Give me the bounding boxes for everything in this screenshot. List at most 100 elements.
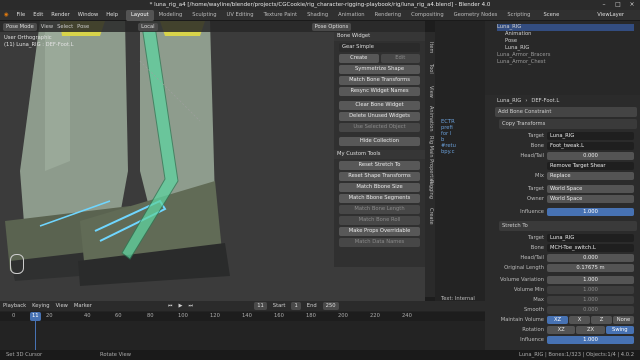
- stretch-to-header[interactable]: Stretch To: [499, 221, 637, 231]
- scene-selector[interactable]: Scene: [539, 10, 563, 21]
- outliner-row-armature[interactable]: Luna_RIG: [497, 45, 634, 52]
- edit-widget-button[interactable]: Edit: [380, 54, 420, 63]
- outliner[interactable]: Luna_RIG Animation Pose Luna_RIG Luna_Ar…: [485, 21, 640, 95]
- c2-target-field[interactable]: Luna_RIG: [547, 233, 634, 242]
- symmetrize-shape-button[interactable]: Symmetrize Shape: [339, 65, 420, 74]
- c1-mix-dropdown[interactable]: Replace: [547, 171, 634, 180]
- tab-sculpting[interactable]: Sculpting: [187, 10, 221, 21]
- rotation-zx-button[interactable]: ZX: [576, 325, 605, 334]
- custom-tools-header[interactable]: My Custom Tools: [334, 150, 425, 159]
- timeline-view-menu[interactable]: View: [56, 303, 68, 309]
- playhead[interactable]: 11: [30, 312, 41, 321]
- tab-scripting[interactable]: Scripting: [502, 10, 535, 21]
- bone-widget-header[interactable]: Bone Widget: [334, 32, 425, 41]
- c1-influence-slider[interactable]: 1.000: [547, 207, 634, 216]
- tab-item[interactable]: Item: [426, 42, 434, 53]
- blender-logo-icon[interactable]: ◉: [0, 10, 13, 21]
- tab-compositing[interactable]: Compositing: [406, 10, 449, 21]
- resync-widget-names-button[interactable]: Resync Widget Names: [339, 87, 420, 96]
- c1-owner-space[interactable]: World Space: [547, 194, 634, 203]
- c1-target-space[interactable]: World Space: [547, 184, 634, 193]
- outliner-row-animation[interactable]: Animation: [497, 31, 634, 38]
- timeline-ruler[interactable]: 0 20 40 60 80 100 120 140 160 180 200 22…: [0, 312, 485, 321]
- tab-shading[interactable]: Shading: [302, 10, 333, 21]
- add-bone-constraint-button[interactable]: Add Bone Constraint: [495, 107, 637, 117]
- create-widget-button[interactable]: Create: [339, 54, 379, 63]
- c2-volmax-field[interactable]: 1.000: [547, 295, 634, 304]
- match-bone-transforms-button[interactable]: Match Bone Transforms: [339, 76, 420, 85]
- text-editor[interactable]: ECTR prefi for l b #retu bpy.c Text: Int…: [435, 21, 485, 302]
- maintain-x-button[interactable]: X: [569, 315, 590, 324]
- match-bone-roll-button[interactable]: Match Bone Roll: [339, 216, 420, 225]
- menu-render[interactable]: Render: [47, 10, 73, 21]
- playback-menu[interactable]: Playback: [3, 303, 26, 309]
- menu-help[interactable]: Help: [102, 10, 122, 21]
- close-button[interactable]: ×: [625, 0, 639, 10]
- delete-unused-widgets-button[interactable]: Delete Unused Widgets: [339, 112, 420, 121]
- minimize-button[interactable]: –: [597, 0, 611, 10]
- c2-bone-field[interactable]: MCH-Toe_switch.L: [547, 243, 634, 252]
- jump-end-icon[interactable]: ⏭: [189, 303, 194, 310]
- c2-volvar-field[interactable]: 1.000: [547, 275, 634, 284]
- tab-rig-main-properties[interactable]: Rig Main Properties: [426, 136, 434, 184]
- mode-selector[interactable]: Pose Mode: [3, 22, 37, 31]
- tab-animation[interactable]: Animation: [333, 10, 369, 21]
- outliner-row-chest[interactable]: Luna_Armor_Chest: [497, 59, 634, 66]
- maintain-z-button[interactable]: Z: [591, 315, 612, 324]
- start-frame-field[interactable]: 1: [291, 302, 301, 310]
- outliner-row-pose[interactable]: Pose: [497, 38, 634, 45]
- properties-editor[interactable]: Luna_RIG › DEF-Foot.L Add Bone Constrain…: [485, 95, 640, 350]
- keying-menu[interactable]: Keying: [32, 303, 49, 309]
- tab-view[interactable]: View: [426, 86, 434, 98]
- menu-window[interactable]: Window: [74, 10, 102, 21]
- c1-target-field[interactable]: Luna_RIG: [547, 131, 634, 140]
- tab-animation-side[interactable]: Animation: [426, 106, 434, 132]
- tab-rigging[interactable]: Rigging: [426, 180, 434, 199]
- c1-headtail-field[interactable]: 0.000: [547, 151, 634, 160]
- match-bbone-segments-button[interactable]: Match Bbone Segments: [339, 194, 420, 203]
- maintain-xz-button[interactable]: XZ: [547, 315, 568, 324]
- hide-collection-button[interactable]: Hide Collection: [339, 137, 420, 146]
- view-layer-selector[interactable]: ViewLayer: [593, 10, 628, 21]
- c2-volmin-field[interactable]: 1.000: [547, 285, 634, 294]
- marker-menu[interactable]: Marker: [74, 303, 92, 309]
- tab-uv-editing[interactable]: UV Editing: [222, 10, 259, 21]
- orientation-dropdown[interactable]: Local: [138, 22, 158, 31]
- jump-start-icon[interactable]: ⏮: [168, 303, 173, 310]
- menu-select[interactable]: Select: [57, 24, 73, 30]
- widget-shape-dropdown[interactable]: Gear Simple: [339, 43, 420, 52]
- outliner-row-luna-rig[interactable]: Luna_RIG: [497, 24, 634, 31]
- match-data-names-button[interactable]: Match Data Names: [339, 238, 420, 247]
- end-frame-field[interactable]: 250: [322, 302, 339, 310]
- tab-tool[interactable]: Tool: [426, 64, 434, 74]
- rotation-xz-button[interactable]: XZ: [547, 325, 576, 334]
- reset-shape-transforms-button[interactable]: Reset Shape Transforms: [339, 172, 420, 181]
- rotation-swing-button[interactable]: Swing: [605, 325, 634, 334]
- menu-pose[interactable]: Pose: [77, 24, 89, 30]
- outliner-row-bracers[interactable]: Luna_Armor_Bracers: [497, 52, 634, 59]
- timeline[interactable]: Playback Keying View Marker ⏮ ▶ ⏭ 11 Sta…: [0, 301, 485, 350]
- c1-bone-field[interactable]: Foot_tweak.L: [547, 141, 634, 150]
- pose-options-dropdown[interactable]: Pose Options: [311, 22, 352, 31]
- c2-influence-slider[interactable]: 1.000: [547, 335, 634, 344]
- clear-bone-widget-button[interactable]: Clear Bone Widget: [339, 101, 420, 110]
- make-props-overridable-button[interactable]: Make Props Overridable: [339, 227, 420, 236]
- match-bbone-size-button[interactable]: Match Bbone Size: [339, 183, 420, 192]
- play-icon[interactable]: ▶: [179, 303, 183, 309]
- tab-create[interactable]: Create: [426, 208, 434, 225]
- maximize-button[interactable]: □: [611, 0, 625, 10]
- tab-modeling[interactable]: Modeling: [154, 10, 188, 21]
- tab-rendering[interactable]: Rendering: [370, 10, 407, 21]
- current-frame-field[interactable]: 11: [254, 302, 267, 310]
- maintain-none-button[interactable]: None: [613, 315, 634, 324]
- use-selected-object-button[interactable]: Use Selected Object: [339, 123, 420, 132]
- tab-layout[interactable]: Layout: [126, 9, 154, 21]
- c2-headtail-field[interactable]: 0.000: [547, 253, 634, 262]
- menu-view[interactable]: View: [41, 24, 53, 30]
- c2-smooth-field[interactable]: 0.000: [547, 305, 634, 314]
- tab-geometry-nodes[interactable]: Geometry Nodes: [449, 10, 503, 21]
- c2-length-field[interactable]: 0.17675 m: [547, 263, 634, 272]
- copy-transforms-header[interactable]: Copy Transforms: [499, 119, 637, 129]
- menu-edit[interactable]: Edit: [29, 10, 47, 21]
- remove-target-shear-checkbox[interactable]: Remove Target Shear: [547, 161, 634, 170]
